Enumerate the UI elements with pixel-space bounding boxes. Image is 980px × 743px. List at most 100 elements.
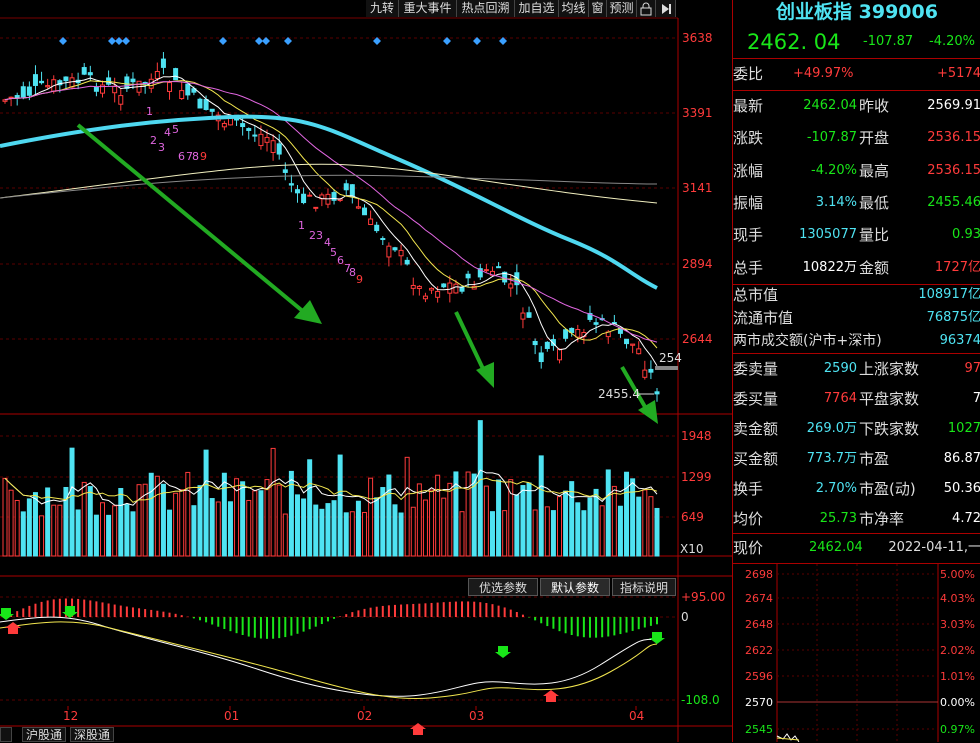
- volume-bar: [270, 447, 276, 557]
- indicator-help-button[interactable]: 指标说明: [612, 578, 676, 596]
- td-count: 6: [337, 254, 344, 267]
- candle-body: [26, 86, 32, 96]
- mini-price-label: 2648: [745, 618, 773, 631]
- volume-bar: [599, 505, 605, 557]
- toolbar-jiuzhuan-button[interactable]: 九转: [366, 0, 399, 17]
- price-change: -107.87: [863, 34, 914, 49]
- volume-bar: [264, 479, 270, 557]
- volume-bar: [581, 510, 587, 557]
- volume-bar: [307, 459, 313, 557]
- total-market-cap-value: 108917亿: [918, 287, 980, 302]
- volume-bar: [148, 472, 154, 557]
- volume-bar: [575, 502, 581, 557]
- candle-body: [422, 295, 428, 300]
- td-count: 4: [164, 126, 171, 139]
- lock-icon[interactable]: [637, 0, 656, 17]
- quote-value: 50.36: [943, 481, 980, 496]
- candle-body: [453, 283, 459, 294]
- volume-bar: [69, 447, 75, 557]
- mini-price-label: 2596: [745, 670, 773, 683]
- candle-body: [264, 136, 270, 143]
- volume-bar: [404, 456, 410, 557]
- optimal-params-button[interactable]: 优选参数: [468, 578, 538, 596]
- kline-chart-area[interactable]: 123456789123456789 3638 3391 3141 2894 2…: [0, 0, 732, 742]
- volume-bar: [179, 489, 185, 557]
- toolbar-forecast-button[interactable]: 预测: [607, 0, 637, 17]
- quote-value: 3.14%: [815, 194, 857, 210]
- td-count: 5: [330, 246, 337, 259]
- toolbar-add-watchlist-button[interactable]: 加自选: [515, 0, 559, 17]
- quote-value: 1305077: [799, 227, 857, 243]
- candle-body: [483, 269, 489, 272]
- tab-hk-connect-sh[interactable]: [0, 727, 12, 742]
- quote-value: -4.20%: [811, 162, 857, 178]
- toolbar-hotspot-review-button[interactable]: 热点回溯: [457, 0, 515, 17]
- quote-label: 涨幅: [733, 161, 764, 180]
- volume-bar: [8, 489, 14, 557]
- price-change-pct: -4.20%: [929, 34, 975, 49]
- quote-value: 773.7万: [806, 451, 857, 466]
- candle-body: [459, 286, 465, 292]
- candle-body: [355, 206, 361, 209]
- x-axis-label: 12: [63, 709, 78, 723]
- tab-hk-connect-sh[interactable]: 沪股通: [22, 727, 67, 742]
- candle-body: [392, 247, 398, 251]
- kline-chart-svg[interactable]: 1234 56 7 8 912 3456789 3638 3391 3141 2894 2…: [0, 0, 732, 742]
- candle-body: [185, 83, 191, 96]
- candle-body: [209, 108, 215, 112]
- quote-value: 2.70%: [815, 481, 857, 496]
- td-count: 3: [158, 141, 165, 154]
- sell-signal-arrow: [0, 608, 14, 620]
- candle-body: [636, 348, 642, 355]
- intraday-mini-chart[interactable]: 2698 5.00% 2674 4.03% 2648 3.03% 2622 2.02% 2596…: [733, 564, 980, 742]
- candle-body: [520, 312, 526, 320]
- toolbar-ma-button[interactable]: 均线: [559, 0, 589, 17]
- candle-body: [45, 85, 51, 88]
- volume-bar: [215, 501, 221, 557]
- mini-pct-label: 0.97%: [940, 723, 975, 736]
- default-params-button[interactable]: 默认参数: [540, 578, 610, 596]
- td-count: 8: [192, 150, 199, 163]
- quote-value: 4.72: [952, 511, 980, 526]
- mini-pct-label: 0.00%: [940, 696, 975, 709]
- candle-body: [294, 189, 300, 194]
- ma20-line: [4, 80, 658, 343]
- tab-hk-connect-sz[interactable]: 深股通: [70, 727, 115, 742]
- price-axis-label: 3638: [682, 31, 713, 45]
- volume-bar: [57, 504, 63, 557]
- toolbar-major-events-button[interactable]: 重大事件: [399, 0, 457, 17]
- candle-body: [276, 143, 282, 155]
- volume-bar: [416, 483, 422, 557]
- volume-bar: [605, 469, 611, 557]
- volume-bar: [130, 511, 136, 557]
- volume-bar: [654, 507, 660, 557]
- volume-bar: [87, 486, 93, 557]
- toolbar-window-button[interactable]: 窗: [589, 0, 607, 17]
- webi-diff: +5174: [937, 66, 980, 81]
- candle-body: [81, 67, 87, 75]
- float-market-cap-row: 流通市值 76875亿: [733, 307, 980, 329]
- volume-bar: [550, 510, 556, 557]
- macd-axis-label: +95.00: [681, 590, 725, 604]
- quote-label: 最低: [859, 193, 890, 212]
- mini-pct-label: 2.02%: [940, 644, 975, 657]
- collapse-right-icon[interactable]: [656, 0, 676, 17]
- quote-label: 振幅: [733, 193, 764, 212]
- candle-body: [240, 123, 246, 128]
- td-count: 1: [146, 105, 153, 118]
- volume-bar: [368, 477, 374, 557]
- volume-bar: [422, 499, 428, 557]
- mini-price-label: 2674: [745, 592, 773, 605]
- mini-pct-label: 4.03%: [940, 592, 975, 605]
- quote-label: 量比: [859, 226, 890, 245]
- volume-bar: [563, 490, 569, 557]
- turnover-value: 96374: [939, 333, 980, 348]
- candle-body: [252, 134, 258, 137]
- candle-body: [538, 352, 544, 363]
- volume-bar: [337, 454, 343, 557]
- float-market-cap-value: 76875亿: [926, 310, 980, 325]
- candle-body: [508, 283, 514, 289]
- volume-bar: [118, 488, 124, 557]
- td-count: 9: [356, 273, 363, 286]
- quote-label: 卖金额: [733, 420, 779, 438]
